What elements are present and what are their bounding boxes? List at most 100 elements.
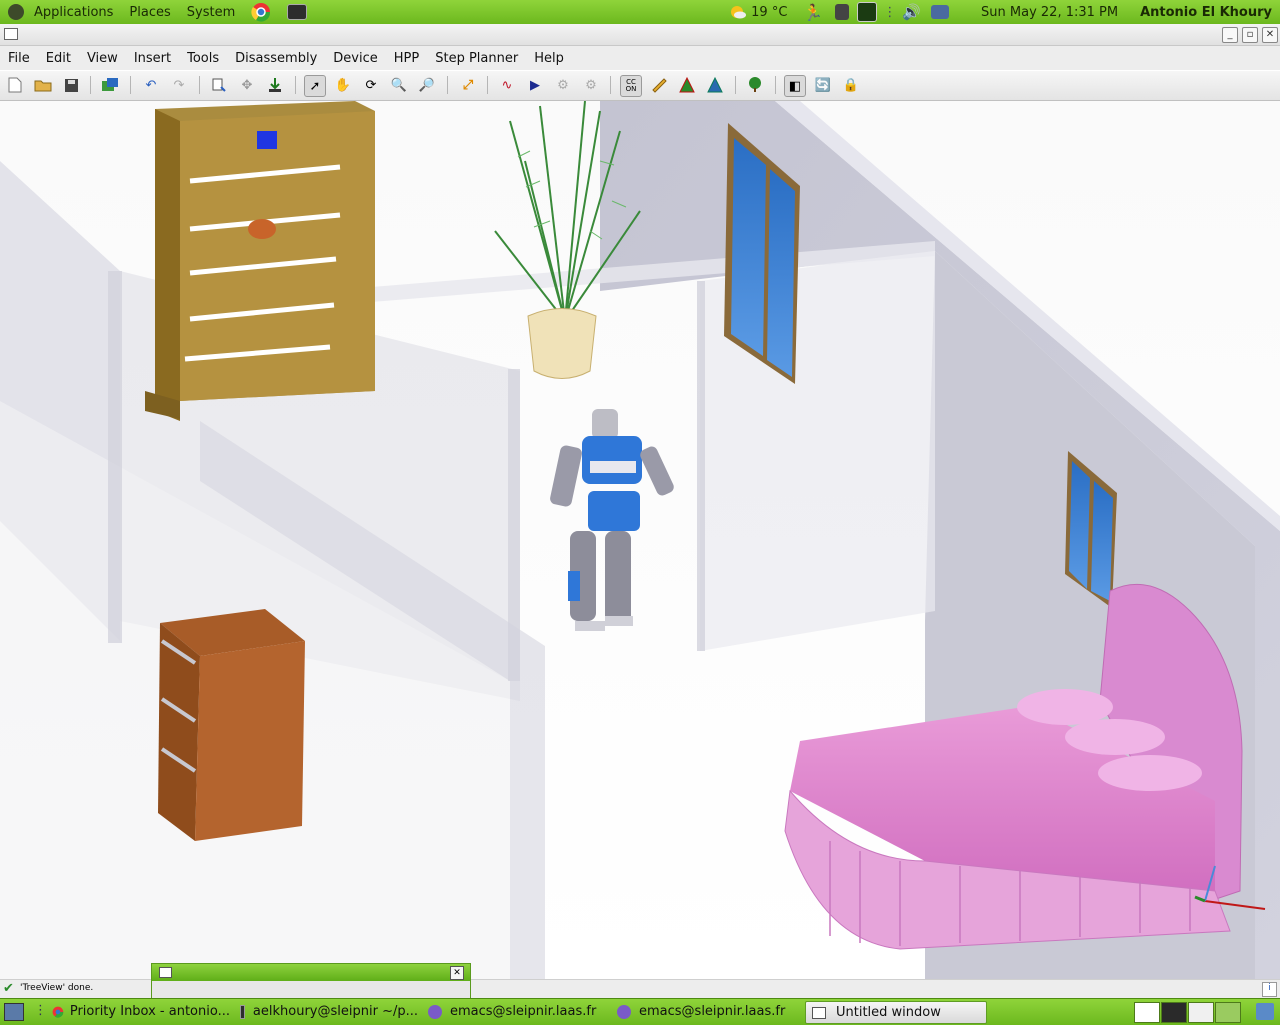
workspace-3[interactable] bbox=[1188, 1002, 1214, 1023]
menu-help[interactable]: Help bbox=[526, 51, 572, 66]
menu-view[interactable]: View bbox=[79, 51, 126, 66]
toolbar-separator bbox=[90, 76, 91, 94]
system-menu[interactable]: System bbox=[179, 0, 243, 24]
trash-icon[interactable] bbox=[1256, 1003, 1274, 1020]
menu-disassembly[interactable]: Disassembly bbox=[227, 51, 325, 66]
task-label: aelkhoury@sleipnir ~/p... bbox=[252, 1004, 418, 1019]
record-icon[interactable]: ⚙ bbox=[581, 75, 601, 95]
separator-handle: ⋮ bbox=[883, 4, 897, 20]
minimize-button[interactable]: _ bbox=[1222, 27, 1238, 43]
refresh-icon[interactable]: 🔄 bbox=[813, 75, 833, 95]
play-icon[interactable]: ▶ bbox=[525, 75, 545, 95]
roadmap-alt-icon[interactable] bbox=[705, 75, 725, 95]
info-icon[interactable]: i bbox=[1262, 982, 1277, 997]
task-button[interactable]: aelkhoury@sleipnir ~/p... bbox=[240, 1001, 418, 1022]
tree-icon[interactable] bbox=[209, 75, 229, 95]
scene-render bbox=[0, 101, 1280, 979]
task-label: Priority Inbox - antonio... bbox=[69, 1004, 230, 1019]
rotate-icon[interactable]: ⟳ bbox=[361, 75, 381, 95]
task-button-active[interactable]: Untitled window bbox=[805, 1001, 987, 1024]
task-label: emacs@sleipnir.laas.fr bbox=[639, 1004, 786, 1019]
chrome-icon bbox=[52, 1006, 64, 1018]
new-icon[interactable] bbox=[5, 75, 25, 95]
redo-icon[interactable]: ↷ bbox=[169, 75, 189, 95]
check-icon: ✔ bbox=[3, 981, 14, 996]
status-text: 'TreeView' done. bbox=[20, 983, 94, 993]
menu-insert[interactable]: Insert bbox=[126, 51, 179, 66]
separator-handle: ⋮ bbox=[34, 1003, 47, 1018]
close-button[interactable]: ✕ bbox=[450, 966, 464, 980]
emacs-icon bbox=[428, 1004, 442, 1019]
system-monitor-icon[interactable] bbox=[853, 0, 881, 24]
terminal-icon[interactable] bbox=[279, 0, 315, 24]
emacs-icon bbox=[617, 1004, 631, 1019]
move-icon[interactable]: ✥ bbox=[237, 75, 257, 95]
place-icon[interactable] bbox=[265, 75, 285, 95]
task-button[interactable]: emacs@sleipnir.laas.fr bbox=[428, 1001, 608, 1022]
show-desktop-icon[interactable] bbox=[4, 1003, 24, 1021]
weather-icon[interactable] bbox=[721, 0, 749, 24]
volume-icon[interactable]: 🔊 bbox=[898, 0, 925, 24]
menubar: File Edit View Insert Tools Disassembly … bbox=[0, 46, 1280, 70]
menu-tools[interactable]: Tools bbox=[179, 51, 227, 66]
workspace-1[interactable] bbox=[1134, 1002, 1160, 1023]
run-icon[interactable]: 🏃 bbox=[795, 0, 831, 24]
clock[interactable]: Sun May 22, 1:31 PM bbox=[955, 0, 1132, 24]
untitled-window[interactable]: ✕ bbox=[151, 963, 471, 1003]
network-icon[interactable] bbox=[925, 0, 955, 24]
toolbar-separator bbox=[487, 76, 488, 94]
top-panel: Applications Places System 19 °C 🏃 ⋮ 🔊 S… bbox=[0, 0, 1280, 25]
toolbar-separator bbox=[610, 76, 611, 94]
pan-icon[interactable]: ✋ bbox=[333, 75, 353, 95]
open-icon[interactable] bbox=[33, 75, 53, 95]
weather-temp: 19 °C bbox=[751, 4, 788, 20]
window-menu-icon[interactable] bbox=[159, 967, 172, 978]
zoom-icon[interactable]: 🔍 bbox=[389, 75, 409, 95]
task-button[interactable]: Priority Inbox - antonio... bbox=[52, 1001, 230, 1022]
path-icon[interactable]: ∿ bbox=[497, 75, 517, 95]
save-icon[interactable] bbox=[61, 75, 81, 95]
workspace-4[interactable] bbox=[1215, 1002, 1241, 1023]
user-name[interactable]: Antonio El Khoury bbox=[1132, 0, 1280, 24]
toolbar-separator bbox=[775, 76, 776, 94]
step-icon[interactable]: ⚙ bbox=[553, 75, 573, 95]
ruler-icon[interactable] bbox=[649, 75, 669, 95]
lock-screen-icon[interactable] bbox=[831, 0, 853, 24]
scale-icon[interactable]: ⤢ bbox=[458, 75, 478, 95]
task-label: emacs@sleipnir.laas.fr bbox=[450, 1004, 597, 1019]
window-menu-icon[interactable] bbox=[4, 28, 18, 40]
gnome-foot-icon[interactable] bbox=[0, 0, 26, 24]
applications-menu[interactable]: Applications bbox=[26, 0, 121, 24]
task-button[interactable]: emacs@sleipnir.laas.fr bbox=[617, 1001, 797, 1022]
3d-viewport[interactable] bbox=[0, 101, 1280, 979]
view-all-icon[interactable]: ◧ bbox=[784, 75, 806, 97]
window-titlebar[interactable]: _ ▫ ✕ bbox=[0, 24, 1280, 46]
toolbar-separator bbox=[199, 76, 200, 94]
menu-device[interactable]: Device bbox=[325, 51, 385, 66]
close-button[interactable]: ✕ bbox=[1262, 27, 1278, 43]
task-label: Untitled window bbox=[836, 1005, 941, 1020]
export-icon[interactable] bbox=[100, 75, 120, 95]
roadmap-icon[interactable] bbox=[677, 75, 697, 95]
select-icon[interactable]: ➚ bbox=[304, 75, 326, 97]
lock-icon[interactable]: 🔒 bbox=[841, 75, 861, 95]
workspace-2[interactable] bbox=[1161, 1002, 1187, 1023]
undo-icon[interactable]: ↶ bbox=[141, 75, 161, 95]
tree-green-icon[interactable] bbox=[745, 75, 765, 95]
collision-icon[interactable]: CC ON bbox=[620, 75, 642, 97]
untitled-window-titlebar[interactable]: ✕ bbox=[152, 964, 470, 981]
zoom-fit-icon[interactable]: 🔎 bbox=[417, 75, 437, 95]
dresser bbox=[158, 609, 305, 841]
places-menu[interactable]: Places bbox=[121, 0, 178, 24]
terminal-icon bbox=[240, 1004, 245, 1019]
menu-edit[interactable]: Edit bbox=[38, 51, 79, 66]
toolbar-separator bbox=[130, 76, 131, 94]
maximize-button[interactable]: ▫ bbox=[1242, 27, 1258, 43]
bottom-panel: ⋮ Priority Inbox - antonio... aelkhoury@… bbox=[0, 998, 1280, 1025]
menu-file[interactable]: File bbox=[0, 51, 38, 66]
toolbar-separator bbox=[735, 76, 736, 94]
chrome-icon[interactable] bbox=[243, 0, 279, 24]
menu-step-planner[interactable]: Step Planner bbox=[427, 51, 526, 66]
bookshelf bbox=[145, 101, 375, 421]
menu-hpp[interactable]: HPP bbox=[386, 51, 427, 66]
